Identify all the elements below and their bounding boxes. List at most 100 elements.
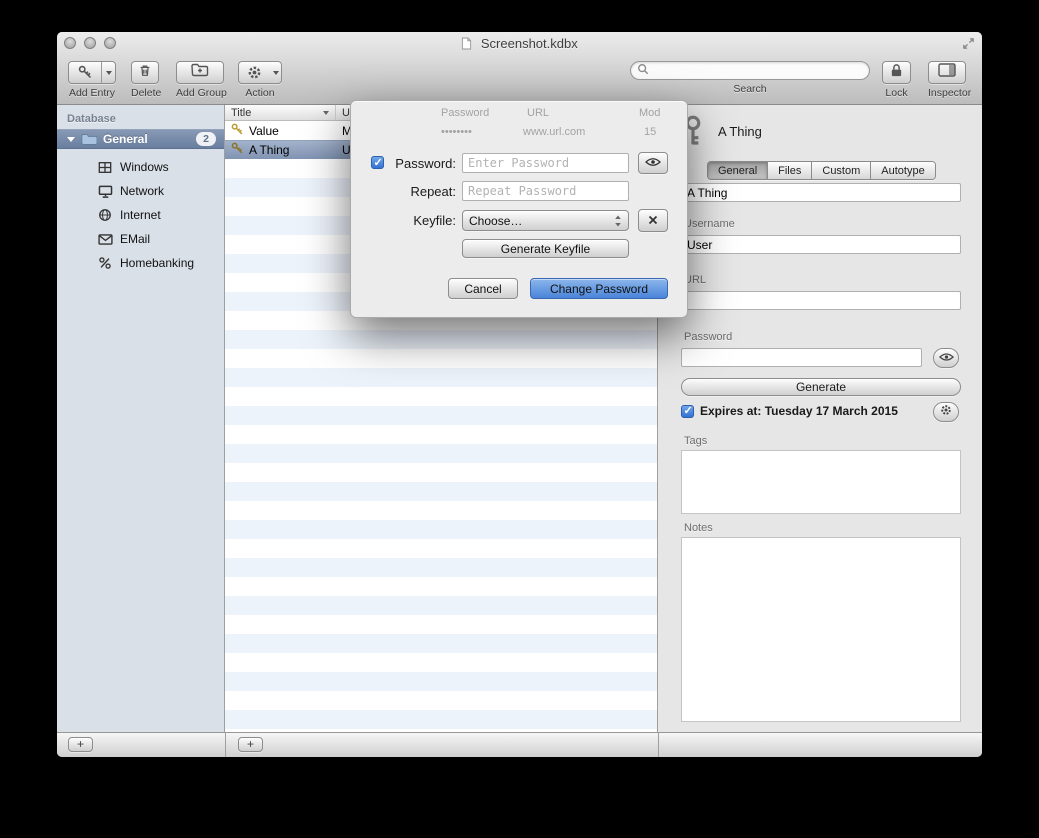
add-entry-label: Add Entry: [68, 87, 116, 99]
inspector-label: Inspector: [928, 87, 966, 99]
inspector-button[interactable]: [928, 61, 966, 84]
disclosure-triangle-icon[interactable]: [67, 137, 75, 142]
username-field[interactable]: [681, 235, 961, 254]
sidebar-group-label: General: [103, 132, 196, 146]
inspector-tabs: General Files Custom Autotype: [707, 161, 936, 180]
window-chrome: Screenshot.kdbx Add Entry Delete: [57, 32, 982, 105]
tab-files[interactable]: Files: [768, 162, 812, 179]
delete-button[interactable]: [131, 61, 159, 84]
gear-icon: [239, 62, 270, 83]
inspector-panel-icon: [938, 63, 956, 82]
password-label: Password: [684, 331, 732, 343]
sidebar-group-general[interactable]: General 2: [57, 129, 224, 149]
search-field[interactable]: [630, 61, 870, 80]
action-button[interactable]: [238, 61, 282, 84]
new-password-input[interactable]: [462, 153, 629, 173]
tags-input[interactable]: [681, 450, 961, 514]
key-icon: [231, 142, 244, 158]
sidebar-item-windows[interactable]: Windows: [57, 155, 224, 179]
tab-general-label: General: [718, 165, 757, 177]
lock-label: Lock: [882, 87, 911, 99]
cell-title: Value: [249, 124, 279, 138]
ghost-url-cell: www.url.com: [523, 126, 603, 138]
column-header-title[interactable]: Title: [225, 105, 336, 120]
key-icon: [69, 62, 101, 83]
generate-keyfile-label: Generate Keyfile: [501, 242, 590, 256]
divider: [658, 733, 659, 757]
trash-icon: [138, 63, 152, 83]
ghost-password-header: Password: [441, 107, 501, 119]
search-input[interactable]: [653, 64, 863, 78]
add-entry-group: Add Entry: [68, 61, 116, 99]
windows-icon: [97, 161, 113, 174]
cancel-button[interactable]: Cancel: [448, 278, 518, 299]
close-icon: [648, 212, 658, 230]
tab-custom[interactable]: Custom: [812, 162, 871, 179]
folder-plus-icon: [191, 63, 209, 82]
sidebar-item-network[interactable]: Network: [57, 179, 224, 203]
email-icon: [97, 234, 113, 245]
expires-settings-button[interactable]: [933, 402, 959, 422]
notes-input[interactable]: [681, 537, 961, 722]
url-field[interactable]: [681, 291, 961, 310]
window-title-text: Screenshot.kdbx: [481, 36, 578, 51]
tab-general[interactable]: General: [708, 162, 768, 179]
title-field[interactable]: [681, 183, 961, 202]
inspector-entry-title: A Thing: [718, 124, 762, 139]
search-label: Search: [630, 83, 870, 95]
change-password-label: Change Password: [550, 282, 648, 296]
search-group: Search: [630, 61, 870, 95]
delete-label: Delete: [131, 87, 159, 99]
expires-checkbox[interactable]: [681, 405, 694, 418]
generate-password-button[interactable]: Generate: [681, 378, 961, 396]
change-password-popover: Password URL Mod •••••••• www.url.com 15…: [350, 100, 688, 318]
keyfile-label: Keyfile:: [384, 213, 456, 228]
chevron-down-icon: [273, 71, 279, 75]
sidebar-header: Database: [67, 113, 116, 125]
sidebar-item-homebanking[interactable]: Homebanking: [57, 251, 224, 275]
homebanking-icon: [97, 256, 113, 270]
password-label: Password:: [384, 156, 456, 171]
action-label: Action: [238, 87, 282, 99]
add-group-button[interactable]: [176, 61, 224, 84]
tab-files-label: Files: [778, 165, 801, 177]
sidebar-item-label: EMail: [120, 232, 150, 246]
sidebar-item-internet[interactable]: Internet: [57, 203, 224, 227]
add-group-group: Add Group: [176, 61, 224, 99]
background-bleedthrough: Password URL Mod •••••••• www.url.com 15: [351, 105, 687, 147]
inspector-group: Inspector: [928, 61, 966, 99]
tab-autotype[interactable]: Autotype: [871, 162, 934, 179]
keyfile-popup-button[interactable]: Choose…: [462, 210, 629, 231]
add-entry-plus-button[interactable]: +: [238, 737, 263, 752]
password-field[interactable]: [681, 348, 922, 367]
cell-title: A Thing: [249, 143, 289, 157]
clear-keyfile-button[interactable]: [638, 209, 668, 232]
username-label: Username: [684, 218, 735, 230]
sidebar-item-label: Windows: [120, 160, 169, 174]
generate-label: Generate: [796, 380, 846, 394]
action-group: Action: [238, 61, 282, 99]
password-enable-checkbox[interactable]: [371, 156, 384, 169]
add-entry-button[interactable]: [68, 61, 116, 84]
lock-button[interactable]: [882, 61, 911, 84]
search-icon: [637, 62, 649, 80]
ghost-url-header: URL: [527, 107, 567, 119]
tab-autotype-label: Autotype: [881, 165, 924, 177]
add-group-plus-button[interactable]: +: [68, 737, 93, 752]
tags-label: Tags: [684, 435, 707, 447]
sidebar-tree: Windows Network Internet EMail Homebanki…: [57, 155, 224, 275]
action-dropdown[interactable]: [270, 62, 281, 83]
folder-icon: [81, 133, 97, 146]
change-password-button[interactable]: Change Password: [530, 278, 668, 299]
reveal-password-button[interactable]: [638, 152, 668, 174]
sidebar: Database General 2 Windows Network In: [57, 105, 225, 732]
ghost-modified-header: Mod: [639, 107, 679, 119]
sidebar-item-label: Internet: [120, 208, 161, 222]
generate-keyfile-button[interactable]: Generate Keyfile: [462, 239, 629, 258]
reveal-password-button[interactable]: [933, 348, 959, 368]
tab-custom-label: Custom: [822, 165, 860, 177]
fullscreen-icon[interactable]: [962, 37, 975, 55]
repeat-password-input[interactable]: [462, 181, 629, 201]
add-entry-dropdown[interactable]: [101, 62, 115, 83]
sidebar-item-email[interactable]: EMail: [57, 227, 224, 251]
